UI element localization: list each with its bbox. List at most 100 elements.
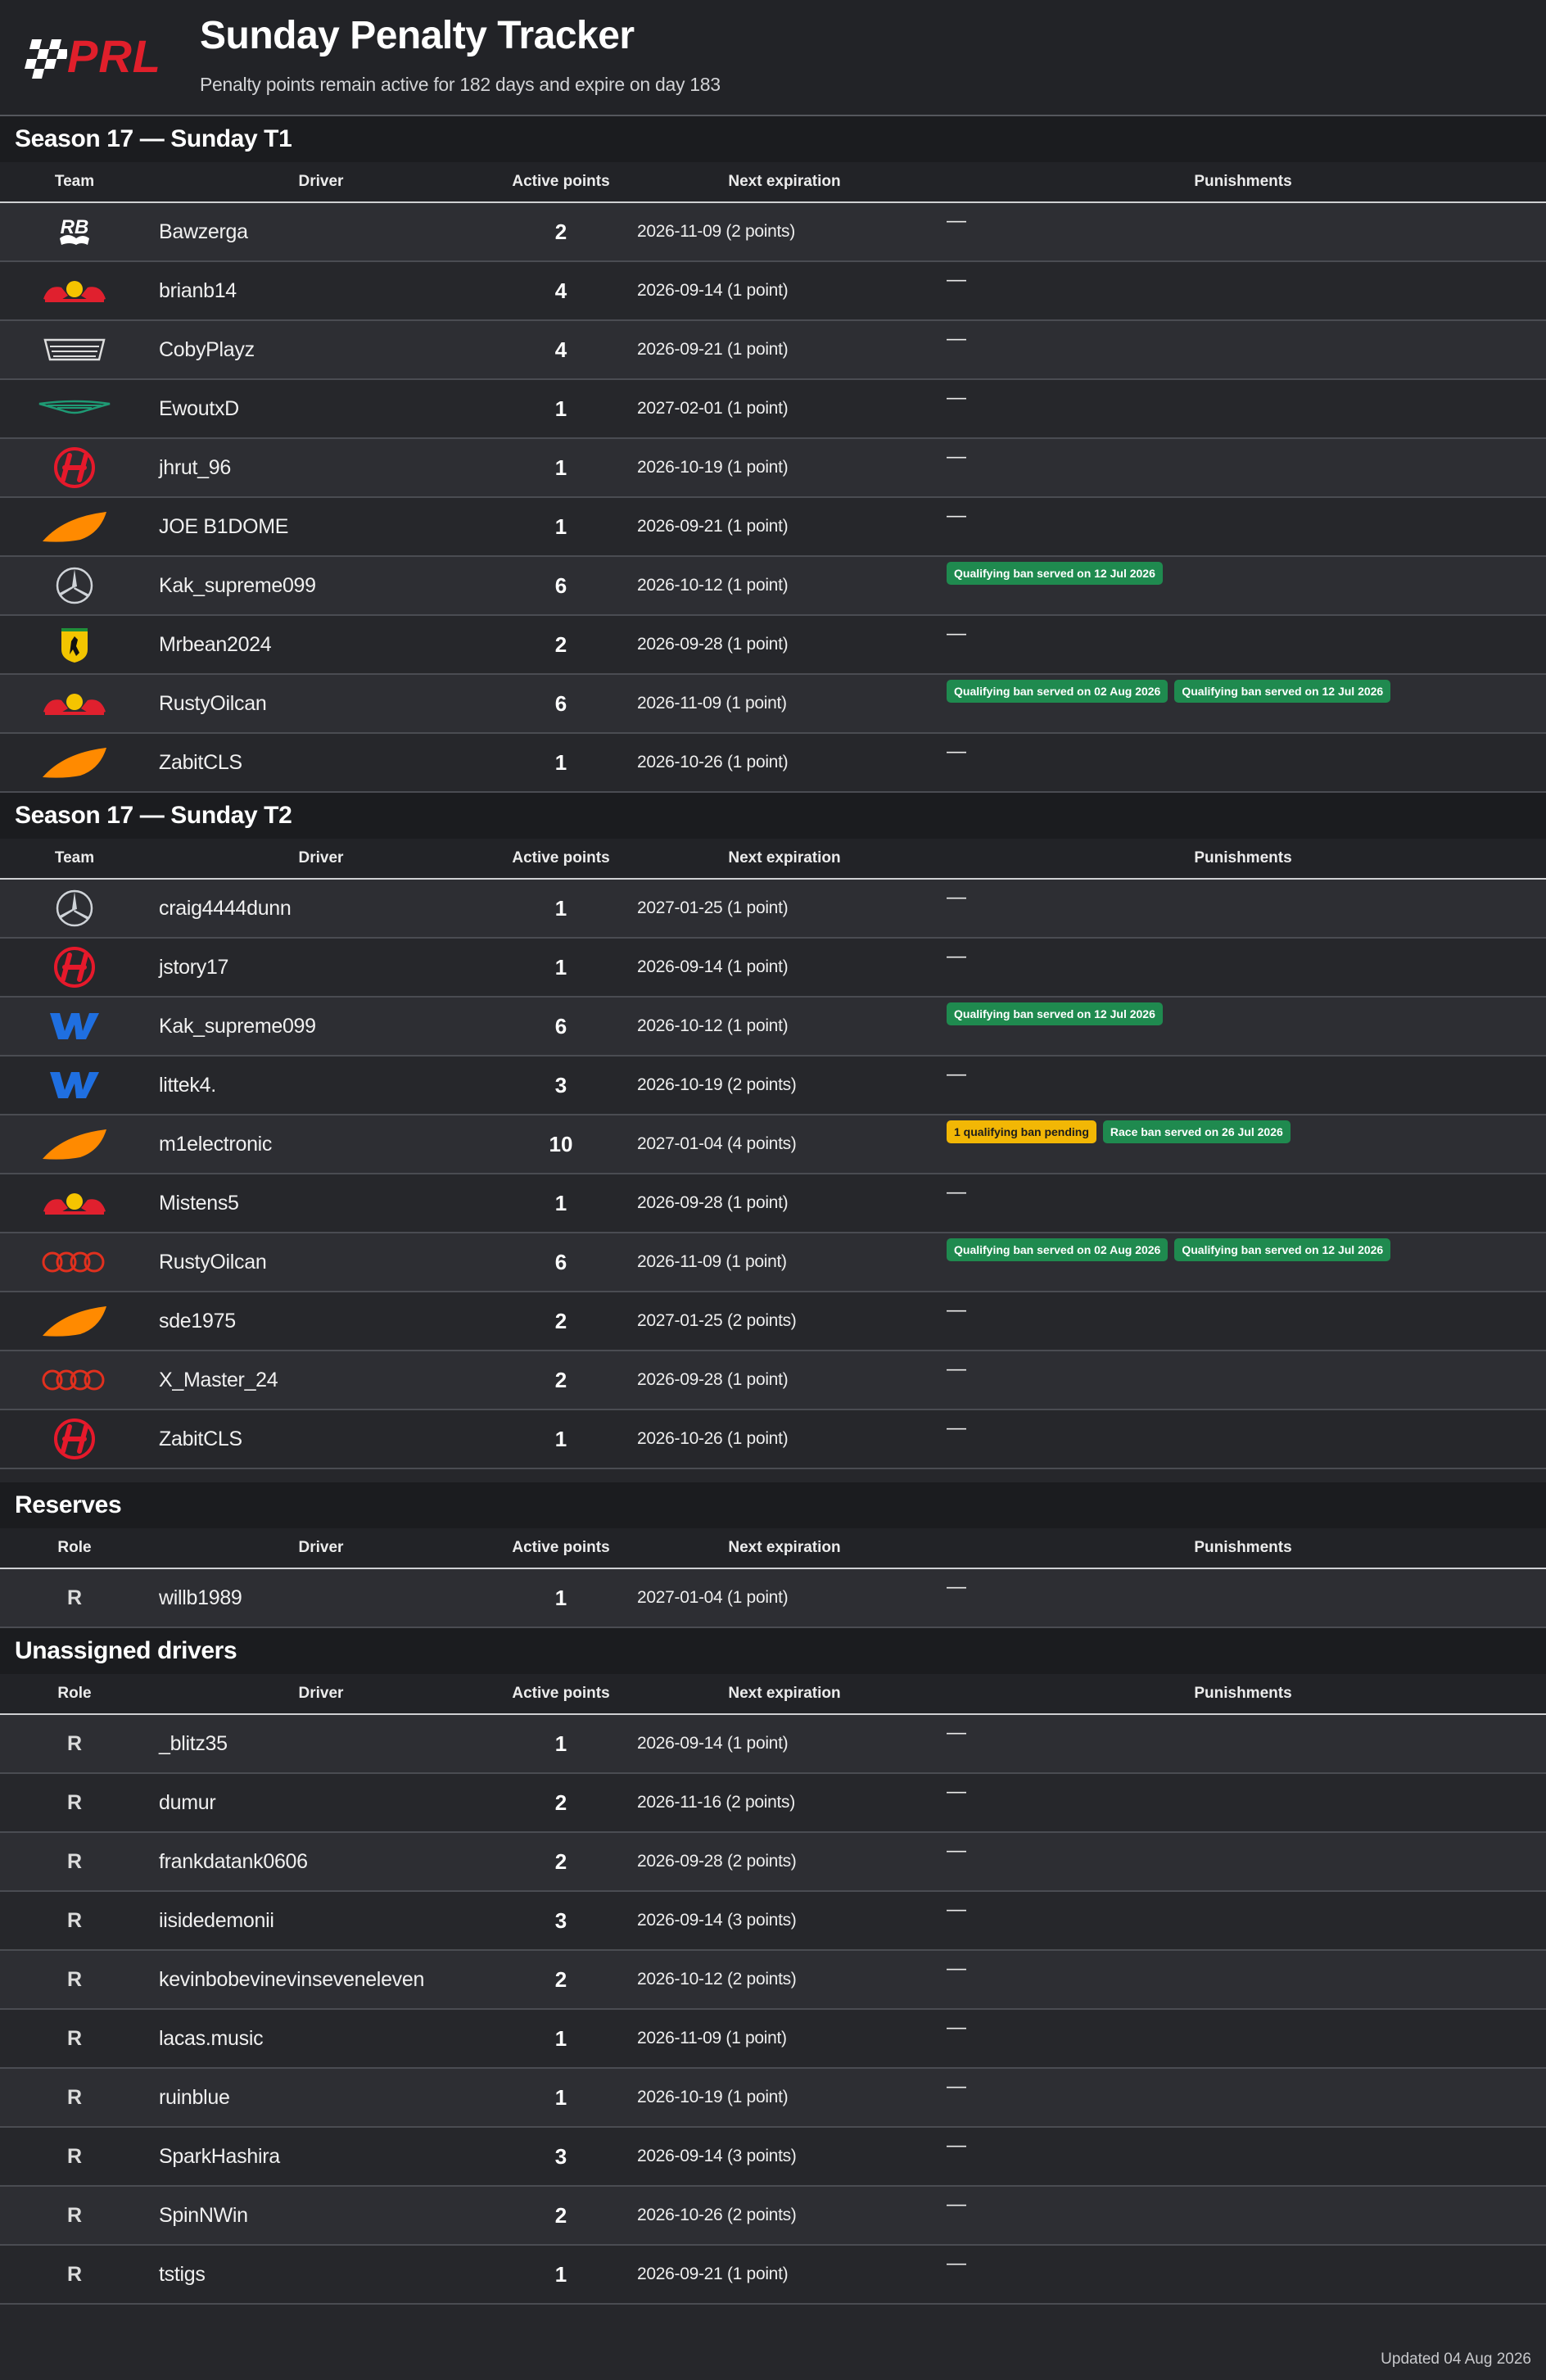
- next-expiration: 2027-01-04 (1 point): [637, 1588, 789, 1607]
- active-points: 2: [554, 2202, 567, 2228]
- table-row: Rdumur 2 2026-11-16 (2 points) —: [0, 1774, 1546, 1833]
- active-points: 3: [554, 1072, 567, 1097]
- driver-name: SpinNWin: [159, 2203, 248, 2227]
- updated-timestamp: Updated 04 Aug 2026: [1381, 2351, 1531, 2368]
- next-expiration: 2026-09-14 (3 points): [637, 1911, 797, 1930]
- driver-name: Kak_supreme099: [159, 573, 316, 597]
- punishments-cell: —: [940, 1057, 1546, 1114]
- team-logo-cell: [0, 1233, 149, 1291]
- active-points: 1: [554, 2025, 567, 2051]
- no-punishment-dash: —: [947, 387, 966, 409]
- column-points-header: Active points: [512, 849, 610, 866]
- team-logo-cell: [0, 498, 149, 555]
- no-punishment-dash: —: [947, 2075, 966, 2097]
- next-expiration: 2026-09-28 (2 points): [637, 1852, 797, 1871]
- mclaren-icon: [39, 1303, 110, 1339]
- team-logo-cell: [0, 1115, 149, 1173]
- active-points: 2: [554, 1308, 567, 1333]
- no-punishment-dash: —: [947, 269, 966, 291]
- red-bull-icon: [40, 1187, 109, 1219]
- table-row: ZabitCLS 1 2026-10-26 (1 point) —: [0, 734, 1546, 793]
- driver-name: sde1975: [159, 1309, 236, 1333]
- active-points: 1: [554, 1190, 567, 1215]
- column-punishments-header: Punishments: [1194, 173, 1292, 190]
- punishment-badge: Qualifying ban served on 02 Aug 2026: [947, 1238, 1169, 1261]
- table-row: jstory17 1 2026-09-14 (1 point) —: [0, 939, 1546, 998]
- driver-name: Kak_supreme099: [159, 1014, 316, 1038]
- no-punishment-dash: —: [947, 1780, 966, 1803]
- role-label: R: [66, 1586, 83, 1609]
- punishment-badge: Qualifying ban served on 02 Aug 2026: [947, 680, 1169, 703]
- punishments-cell: —: [940, 439, 1546, 496]
- column-team-header: Role: [57, 1539, 92, 1556]
- team-logo-cell: [0, 998, 149, 1055]
- driver-name: willb1989: [159, 1586, 242, 1609]
- active-points: 2: [554, 1790, 567, 1815]
- haas-icon: [52, 445, 97, 491]
- section-title: Unassigned drivers: [0, 1628, 1546, 1674]
- table-row: RustyOilcan 6 2026-11-09 (1 point) Qualifyi…: [0, 1233, 1546, 1292]
- column-expiration-header: Next expiration: [728, 1539, 841, 1556]
- punishments-cell: —: [940, 498, 1546, 555]
- driver-name: _blitz35: [159, 1731, 228, 1755]
- punishments-cell: —: [940, 616, 1546, 673]
- mclaren-icon: [39, 1126, 110, 1162]
- column-header-row: Team Driver Active points Next expiration Pu…: [0, 839, 1546, 880]
- column-driver-header: Driver: [298, 849, 344, 866]
- role-cell: R: [0, 2187, 149, 2244]
- next-expiration: 2026-10-19 (1 point): [637, 458, 789, 477]
- audi-icon: [40, 1249, 109, 1275]
- table-row: EwoutxD 1 2027-02-01 (1 point) —: [0, 380, 1546, 439]
- role-label: R: [66, 2203, 83, 2227]
- next-expiration: 2027-02-01 (1 point): [637, 399, 789, 418]
- red-bull-icon: [40, 687, 109, 720]
- next-expiration: 2026-11-09 (1 point): [637, 2029, 787, 2047]
- active-points: 6: [554, 690, 567, 716]
- mclaren-icon: [39, 509, 110, 545]
- no-punishment-dash: —: [947, 2193, 966, 2215]
- table-row: Rlacas.music 1 2026-11-09 (1 point) —: [0, 2010, 1546, 2069]
- column-team-header: Role: [57, 1685, 92, 1702]
- no-punishment-dash: —: [947, 505, 966, 527]
- column-driver-header: Driver: [298, 173, 344, 190]
- mercedes-icon: [54, 888, 95, 929]
- table-row: Rwillb1989 1 2027-01-04 (1 point) —: [0, 1569, 1546, 1628]
- punishment-badge: Race ban served on 26 Jul 2026: [1102, 1120, 1291, 1143]
- page-header: PRL Sunday Penalty Tracker Penalty point…: [0, 0, 1546, 116]
- role-cell: R: [0, 2010, 149, 2067]
- punishments-cell: —: [940, 2187, 1546, 2244]
- column-driver-header: Driver: [298, 1685, 344, 1702]
- column-team-header: Team: [54, 173, 95, 190]
- column-points-header: Active points: [512, 1539, 610, 1556]
- driver-name: JOE B1DOME: [159, 514, 289, 538]
- mclaren-icon: [39, 744, 110, 781]
- tracker-content: Season 17 — Sunday T1 Team Driver Active po…: [0, 116, 1546, 2305]
- table-row: craig4444dunn 1 2027-01-25 (1 point) —: [0, 880, 1546, 939]
- no-punishment-dash: —: [947, 1722, 966, 1744]
- table-row: R SparkHashira 3 2026-09-14 (3 points) —: [0, 2128, 1546, 2187]
- table-row: brianb14 4 2026-09-14 (1 point) —: [0, 262, 1546, 321]
- audi-icon: [40, 1367, 109, 1393]
- column-punishments-header: Punishments: [1194, 849, 1292, 866]
- next-expiration: 2026-10-26 (2 points): [637, 2206, 797, 2224]
- driver-name: dumur: [159, 1790, 216, 1814]
- no-punishment-dash: —: [947, 1181, 966, 1203]
- driver-name: littek4.: [159, 1073, 216, 1097]
- logo-text: PRL: [67, 30, 161, 82]
- table-row: Rkevinbobevinevinseveneleven 2 2026-10-12 …: [0, 1951, 1546, 2010]
- driver-name: Bawzerga: [159, 219, 248, 243]
- role-cell: R: [0, 2246, 149, 2303]
- column-header-row: Role Driver Active points Next expiration Pu…: [0, 1528, 1546, 1569]
- next-expiration: 2026-11-09 (2 points): [637, 222, 795, 241]
- punishments-cell: —: [940, 1892, 1546, 1949]
- punishments-cell: —: [940, 380, 1546, 437]
- active-points: 4: [554, 337, 567, 362]
- svg-text:RB: RB: [61, 216, 89, 238]
- punishments-cell: —: [940, 1951, 1546, 2008]
- table-row: R _blitz35 1 2026-09-14 (1 point) —: [0, 1715, 1546, 1774]
- no-punishment-dash: —: [947, 1576, 966, 1598]
- no-punishment-dash: —: [947, 1839, 966, 1862]
- cadillac-icon: [42, 335, 107, 364]
- driver-name: RustyOilcan: [159, 691, 267, 715]
- role-label: R: [66, 2262, 83, 2286]
